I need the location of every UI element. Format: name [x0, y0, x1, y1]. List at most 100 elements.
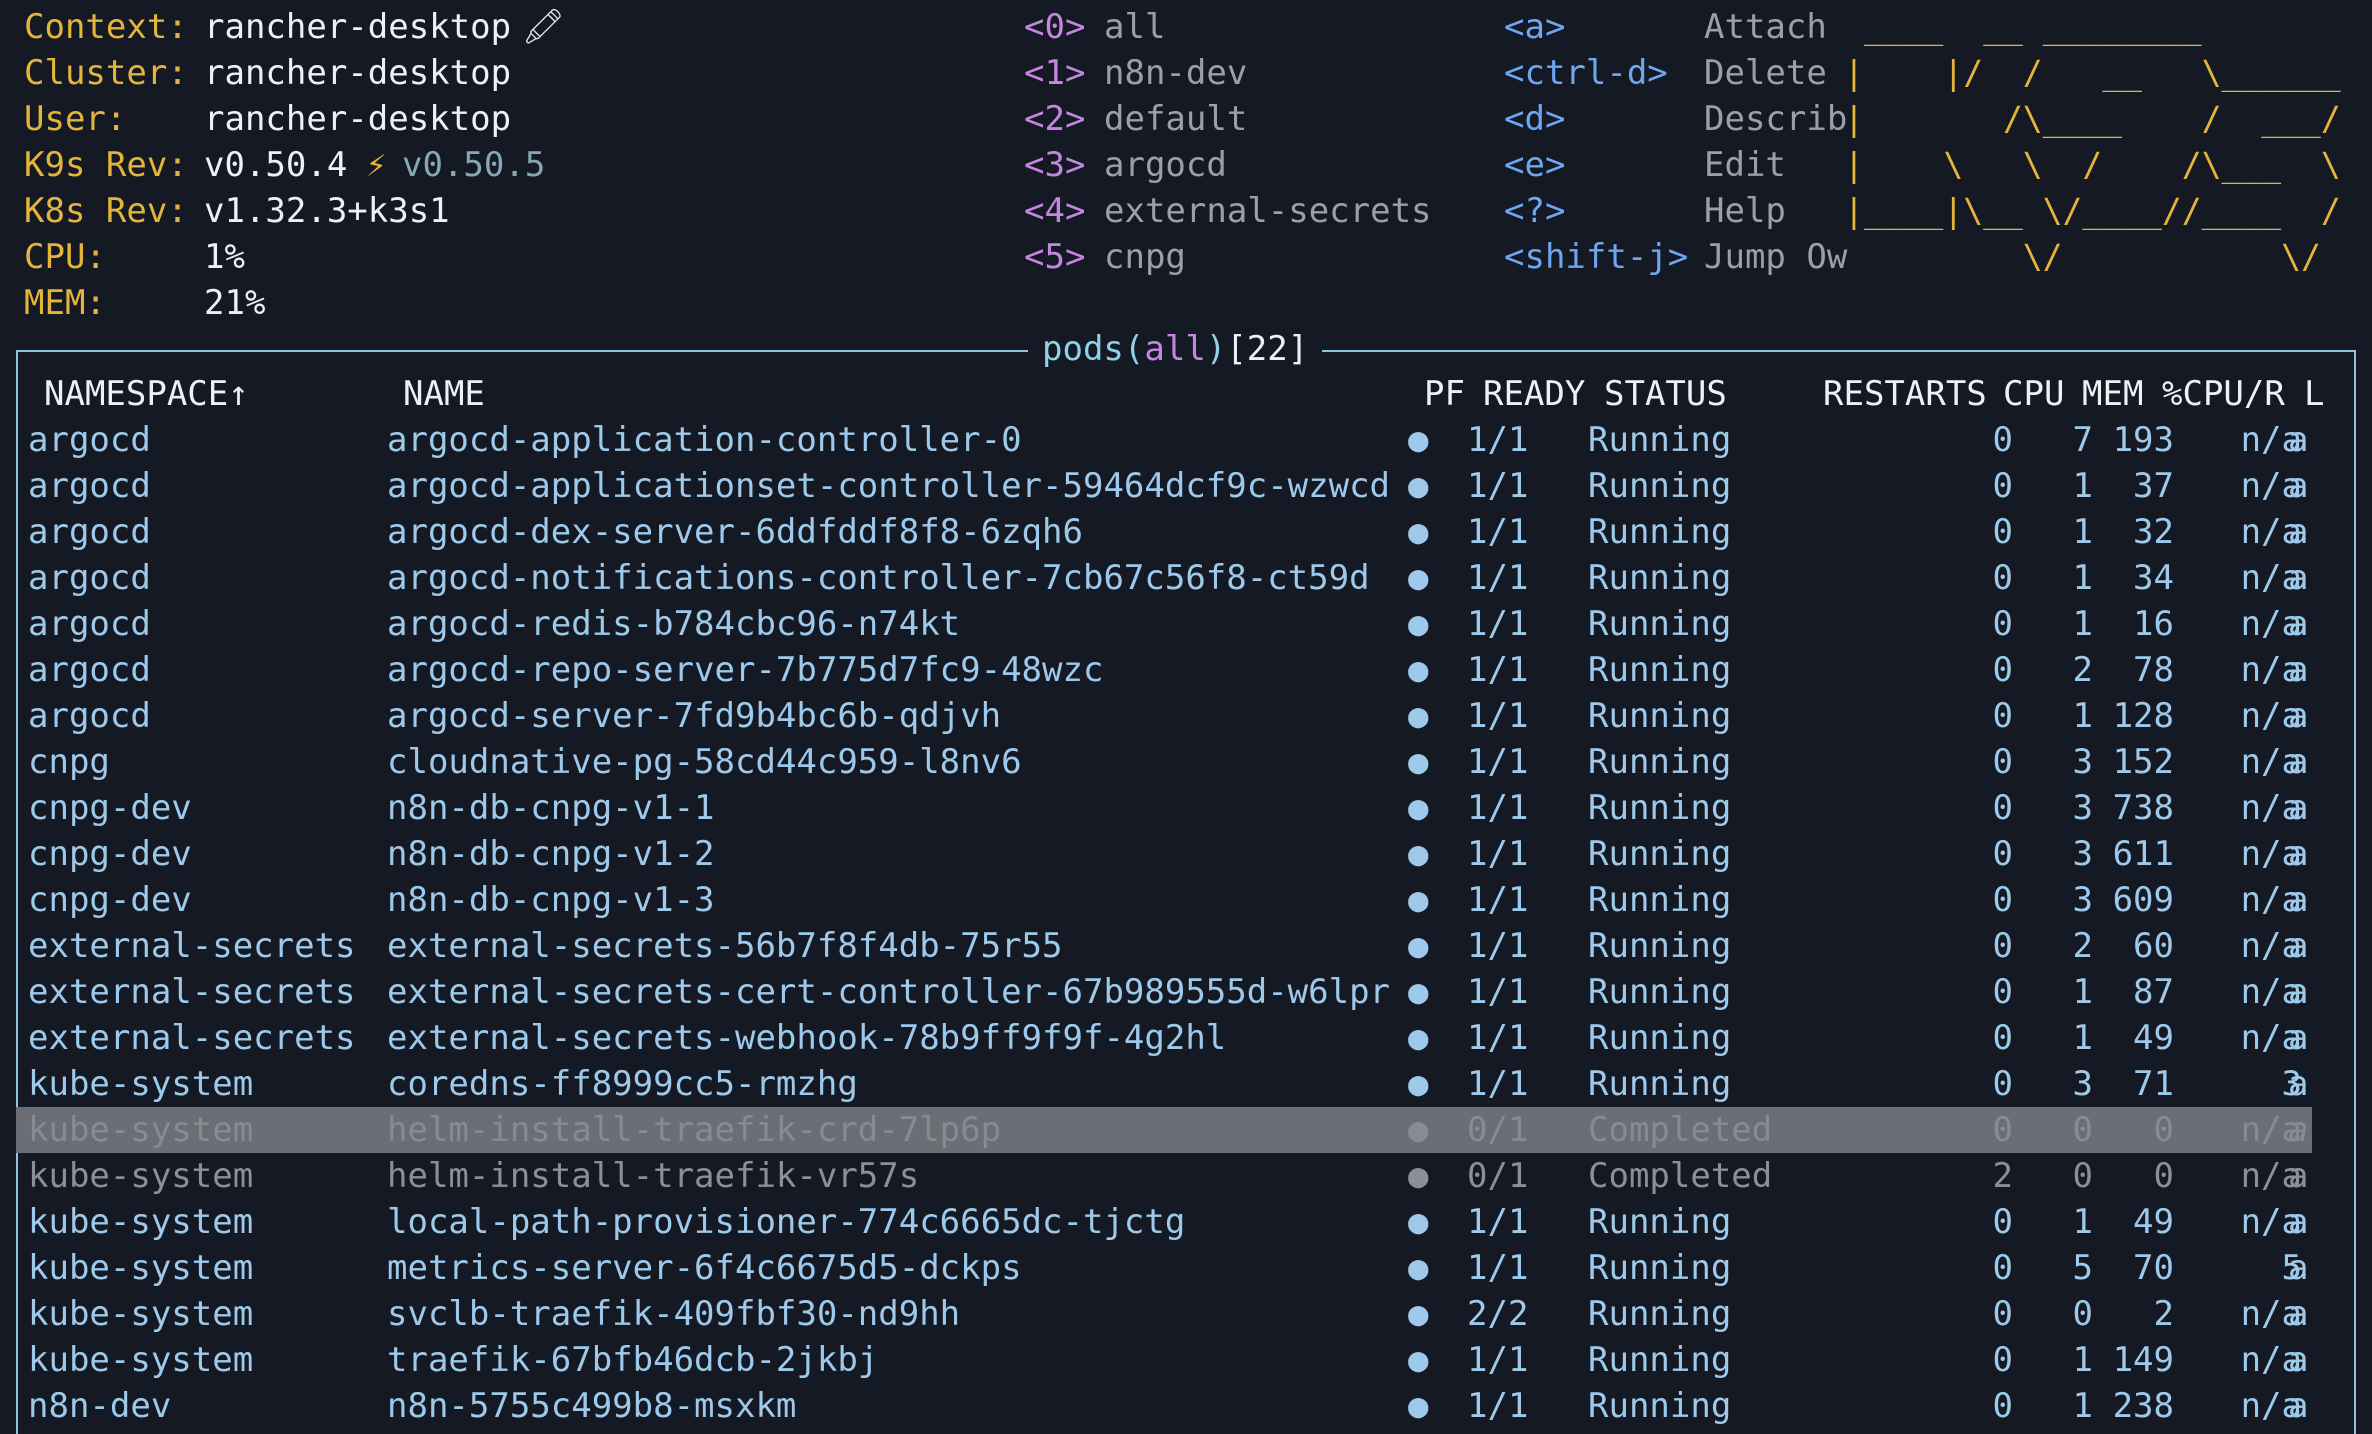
col-restarts[interactable]: RESTARTS: [1823, 371, 1987, 417]
pods-table-title: pods(all)[22]: [1028, 326, 1323, 372]
namespace-key[interactable]: <0>: [1024, 4, 1085, 50]
cell-cpu-r: n/a: [2240, 1110, 2302, 1150]
cell-l: a: [2288, 1018, 2309, 1058]
table-row[interactable]: argocd argocd-applicationset-controller-5…: [16, 463, 2312, 509]
cell-l: a: [2288, 1386, 2309, 1426]
namespace-name[interactable]: default: [1104, 96, 1247, 142]
table-row[interactable]: kube-system local-path-provisioner-774c66…: [16, 1199, 2312, 1245]
cell-cpu-r: n/a: [2240, 650, 2302, 690]
table-row[interactable]: kube-system helm-install-traefik-vr57s ● 0/…: [16, 1153, 2312, 1199]
col-pf[interactable]: PF: [1424, 371, 1465, 417]
info-value: rancher-desktop: [204, 99, 512, 139]
update-version: v0.50.5: [402, 145, 546, 185]
shortcut-key[interactable]: <ctrl-d>: [1504, 50, 1668, 96]
col-l[interactable]: L: [2304, 371, 2324, 417]
pencil-icon: 🖍: [522, 7, 566, 47]
table-row[interactable]: kube-system svclb-traefik-409fbf30-nd9hh ●…: [16, 1291, 2312, 1337]
shortcut-key[interactable]: <e>: [1504, 142, 1565, 188]
cell-cpu-r: n/a: [2240, 1156, 2302, 1196]
cell-cpu-r: n/a: [2240, 604, 2302, 644]
col-mem[interactable]: MEM: [2082, 371, 2143, 417]
table-row[interactable]: external-secrets external-secrets-cert-co…: [16, 969, 2312, 1015]
col-cpu-r[interactable]: %CPU/R: [2162, 371, 2285, 417]
table-row[interactable]: argocd argocd-repo-server-7b775d7fc9-48wz…: [16, 647, 2312, 693]
shortcut-action: Delete: [1704, 53, 1827, 93]
cell-l: a: [2288, 834, 2309, 874]
namespace-name[interactable]: external-secrets: [1104, 188, 1432, 234]
namespace-key[interactable]: <4>: [1024, 188, 1085, 234]
table-row[interactable]: cnpg-dev n8n-db-cnpg-v1-1 ● 1/1 Running 0 3 738…: [16, 785, 2312, 831]
logo-line: |____|\__ \/____//____ /: [1844, 191, 2341, 230]
namespace-name[interactable]: n8n-dev: [1104, 50, 1247, 96]
namespace-name[interactable]: all: [1104, 4, 1165, 50]
table-row[interactable]: cnpg cloudnative-pg-58cd44c959-l8nv6 ● 1/1 R…: [16, 739, 2312, 785]
col-status[interactable]: STATUS: [1604, 371, 1727, 417]
title-count: [22]: [1226, 329, 1309, 369]
table-row[interactable]: argocd argocd-redis-b784cbc96-n74kt ● 1/1 Ru…: [16, 601, 2312, 647]
table-row[interactable]: kube-system metrics-server-6f4c6675d5-dck…: [16, 1245, 2312, 1291]
table-row[interactable]: argocd argocd-dex-server-6ddfddf8f8-6zqh6…: [16, 509, 2312, 555]
table-row[interactable]: n8n-dev n8n-5755c499b8-msxkm ● 1/1 Running 0 1…: [16, 1383, 2312, 1429]
info-label: K8s Rev:: [24, 191, 188, 231]
cell-l: a: [2288, 1340, 2309, 1380]
table-row[interactable]: argocd argocd-server-7fd9b4bc6b-qdjvh ● 1/1…: [16, 693, 2312, 739]
namespace-name[interactable]: argocd: [1104, 142, 1227, 188]
namespace-key[interactable]: <2>: [1024, 96, 1085, 142]
table-row[interactable]: cnpg-dev n8n-db-cnpg-v1-2 ● 1/1 Running 0 3 611…: [16, 831, 2312, 877]
info-value: rancher-desktop: [204, 53, 512, 93]
title-paren-close: ): [1205, 329, 1227, 369]
col-name[interactable]: NAME: [403, 371, 485, 417]
table-row[interactable]: kube-system coredns-ff8999cc5-rmzhg ● 1/1 Ru…: [16, 1061, 2312, 1107]
shortcut-key[interactable]: <shift-j>: [1504, 234, 1688, 280]
info-label: User:: [24, 99, 127, 139]
cell-l: a: [2288, 420, 2309, 460]
table-row[interactable]: kube-system helm-install-traefik-crd-7lp6…: [16, 1107, 2312, 1153]
namespace-name[interactable]: cnpg: [1104, 234, 1186, 280]
cell-l: a: [2288, 466, 2309, 506]
info-label: CPU:: [24, 237, 106, 277]
shortcut-key[interactable]: <a>: [1504, 4, 1565, 50]
cell-cpu-r: n/a: [2240, 880, 2302, 920]
table-row[interactable]: cnpg-dev n8n-db-cnpg-v1-3 ● 1/1 Running 0 3 609…: [16, 877, 2312, 923]
cell-l: a: [2288, 1064, 2309, 1104]
title-scope: all: [1144, 329, 1206, 369]
shortcut-action: Help: [1704, 191, 1786, 231]
col-namespace[interactable]: NAMESPACE↑: [44, 371, 249, 417]
logo-line: \/ \/: [1844, 237, 2321, 276]
info-value: v1.32.3+k3s1: [204, 191, 450, 231]
info-value: rancher-desktop: [204, 7, 512, 47]
namespace-key[interactable]: <3>: [1024, 142, 1085, 188]
table-row[interactable]: external-secrets external-secrets-56b7f8f…: [16, 923, 2312, 969]
col-ready[interactable]: READY: [1483, 371, 1585, 417]
cell-l: a: [2288, 558, 2309, 598]
namespace-key[interactable]: <5>: [1024, 234, 1085, 280]
cell-l: a: [2288, 1156, 2309, 1196]
table-row[interactable]: kube-system traefik-67bfb46dcb-2jkbj ● 1/1 R…: [16, 1337, 2312, 1383]
cell-l: a: [2288, 788, 2309, 828]
cell-l: a: [2288, 604, 2309, 644]
shortcut-key[interactable]: <d>: [1504, 96, 1565, 142]
info-value: 21%: [204, 283, 266, 323]
cell-cpu-r: n/a: [2240, 466, 2302, 506]
cell-l: a: [2288, 650, 2309, 690]
logo-line: | |/ / __ \______: [1844, 53, 2341, 92]
cell-cpu-r: n/a: [2240, 1018, 2302, 1058]
cell-l: a: [2288, 880, 2309, 920]
info-label: Context:: [24, 7, 188, 47]
col-cpu[interactable]: CPU: [2003, 371, 2064, 417]
shortcut-key[interactable]: <?>: [1504, 188, 1565, 234]
table-row[interactable]: external-secrets external-secrets-webhook…: [16, 1015, 2312, 1061]
cell-l: a: [2288, 512, 2309, 552]
cell-l: a: [2288, 1248, 2309, 1288]
table-row[interactable]: argocd argocd-application-controller-0 ● 1/…: [16, 417, 2312, 463]
cell-cpu-r: n/a: [2240, 742, 2302, 782]
cell-l: a: [2288, 1202, 2309, 1242]
info-label: MEM:: [24, 283, 106, 323]
namespace-key[interactable]: <1>: [1024, 50, 1085, 96]
logo-line: ____ __ ________: [1844, 7, 2202, 46]
cell-l: a: [2288, 742, 2309, 782]
shortcut-action: Attach: [1704, 7, 1827, 47]
cell-l: a: [2288, 926, 2309, 966]
cell-cpu-r: n/a: [2240, 1202, 2302, 1242]
table-row[interactable]: argocd argocd-notifications-controller-7c…: [16, 555, 2312, 601]
